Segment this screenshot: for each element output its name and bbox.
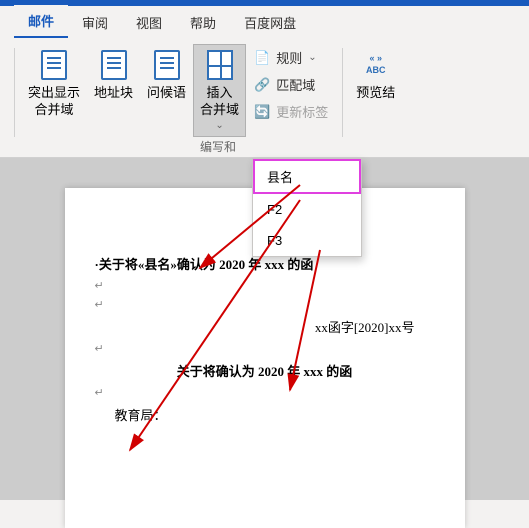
doc-reference[interactable]: xx函字[2020]xx号: [95, 317, 435, 336]
abc-icon: « »ABC: [360, 49, 392, 81]
menu-item-f2[interactable]: F2: [253, 194, 361, 225]
highlight-merge-fields-button[interactable]: 突出显示 合并域: [21, 44, 87, 124]
match-fields-button[interactable]: 🔗 匹配域: [250, 73, 332, 96]
document-icon: [151, 49, 183, 81]
document-icon: [98, 49, 130, 81]
doc-salutation[interactable]: 教育局：: [95, 405, 435, 424]
menu-item-f3[interactable]: F3: [253, 225, 361, 256]
label: 预览结: [356, 85, 395, 102]
return-mark: ↵: [95, 279, 435, 292]
rules-button[interactable]: 📄 规则 ⌄: [250, 46, 332, 69]
document-icon: [38, 49, 70, 81]
tab-baidu[interactable]: 百度网盘: [230, 7, 310, 38]
group-label: 编写和: [200, 138, 236, 155]
label: 地址块: [94, 85, 133, 102]
grid-icon: [204, 49, 236, 81]
address-block-button[interactable]: 地址块: [87, 44, 140, 107]
tab-view[interactable]: 视图: [122, 7, 176, 38]
update-labels-button: 🔄 更新标签: [250, 100, 332, 123]
small-column: 📄 规则 ⌄ 🔗 匹配域 🔄 更新标签: [246, 44, 336, 125]
return-mark: ↵: [95, 298, 435, 311]
abc-text: ABC: [366, 65, 386, 77]
match-icon: 🔗: [254, 77, 270, 93]
separator: [14, 48, 15, 137]
menu-item-county[interactable]: 县名: [253, 159, 361, 194]
label: 规则: [276, 48, 302, 67]
update-icon: 🔄: [254, 104, 270, 120]
label: 更新标签: [276, 102, 328, 121]
label: 问候语: [147, 85, 186, 102]
chevron-down-icon: ⌄: [308, 52, 316, 63]
tab-mail[interactable]: 邮件: [14, 5, 68, 38]
insert-merge-field-menu: 县名 F2 F3: [252, 158, 362, 257]
preview-results-button[interactable]: « »ABC 预览结: [349, 44, 402, 107]
doc-title[interactable]: 关于将确认为 2020 年 xxx 的函: [95, 361, 435, 380]
label: 突出显示 合并域: [28, 85, 80, 119]
return-mark: ↵: [95, 342, 435, 355]
ribbon-tabs: 邮件 审阅 视图 帮助 百度网盘: [0, 6, 529, 38]
tab-help[interactable]: 帮助: [176, 7, 230, 38]
separator: [342, 48, 343, 137]
group-write-insert: 突出显示 合并域 地址块 问候语 插入 合并域 ⌄ 📄 规则 ⌄ 🔗 匹配域: [21, 44, 336, 155]
ribbon: 突出显示 合并域 地址块 问候语 插入 合并域 ⌄ 📄 规则 ⌄ 🔗 匹配域: [0, 38, 529, 158]
rules-icon: 📄: [254, 50, 270, 66]
insert-merge-field-button[interactable]: 插入 合并域 ⌄: [193, 44, 246, 137]
chevron-down-icon: ⌄: [215, 119, 223, 132]
tab-review[interactable]: 审阅: [68, 7, 122, 38]
greeting-line-button[interactable]: 问候语: [140, 44, 193, 107]
label: 插入 合并域: [200, 85, 239, 119]
return-mark: ↵: [95, 386, 435, 399]
group-preview: « »ABC 预览结: [349, 44, 402, 155]
label: 匹配域: [276, 75, 315, 94]
